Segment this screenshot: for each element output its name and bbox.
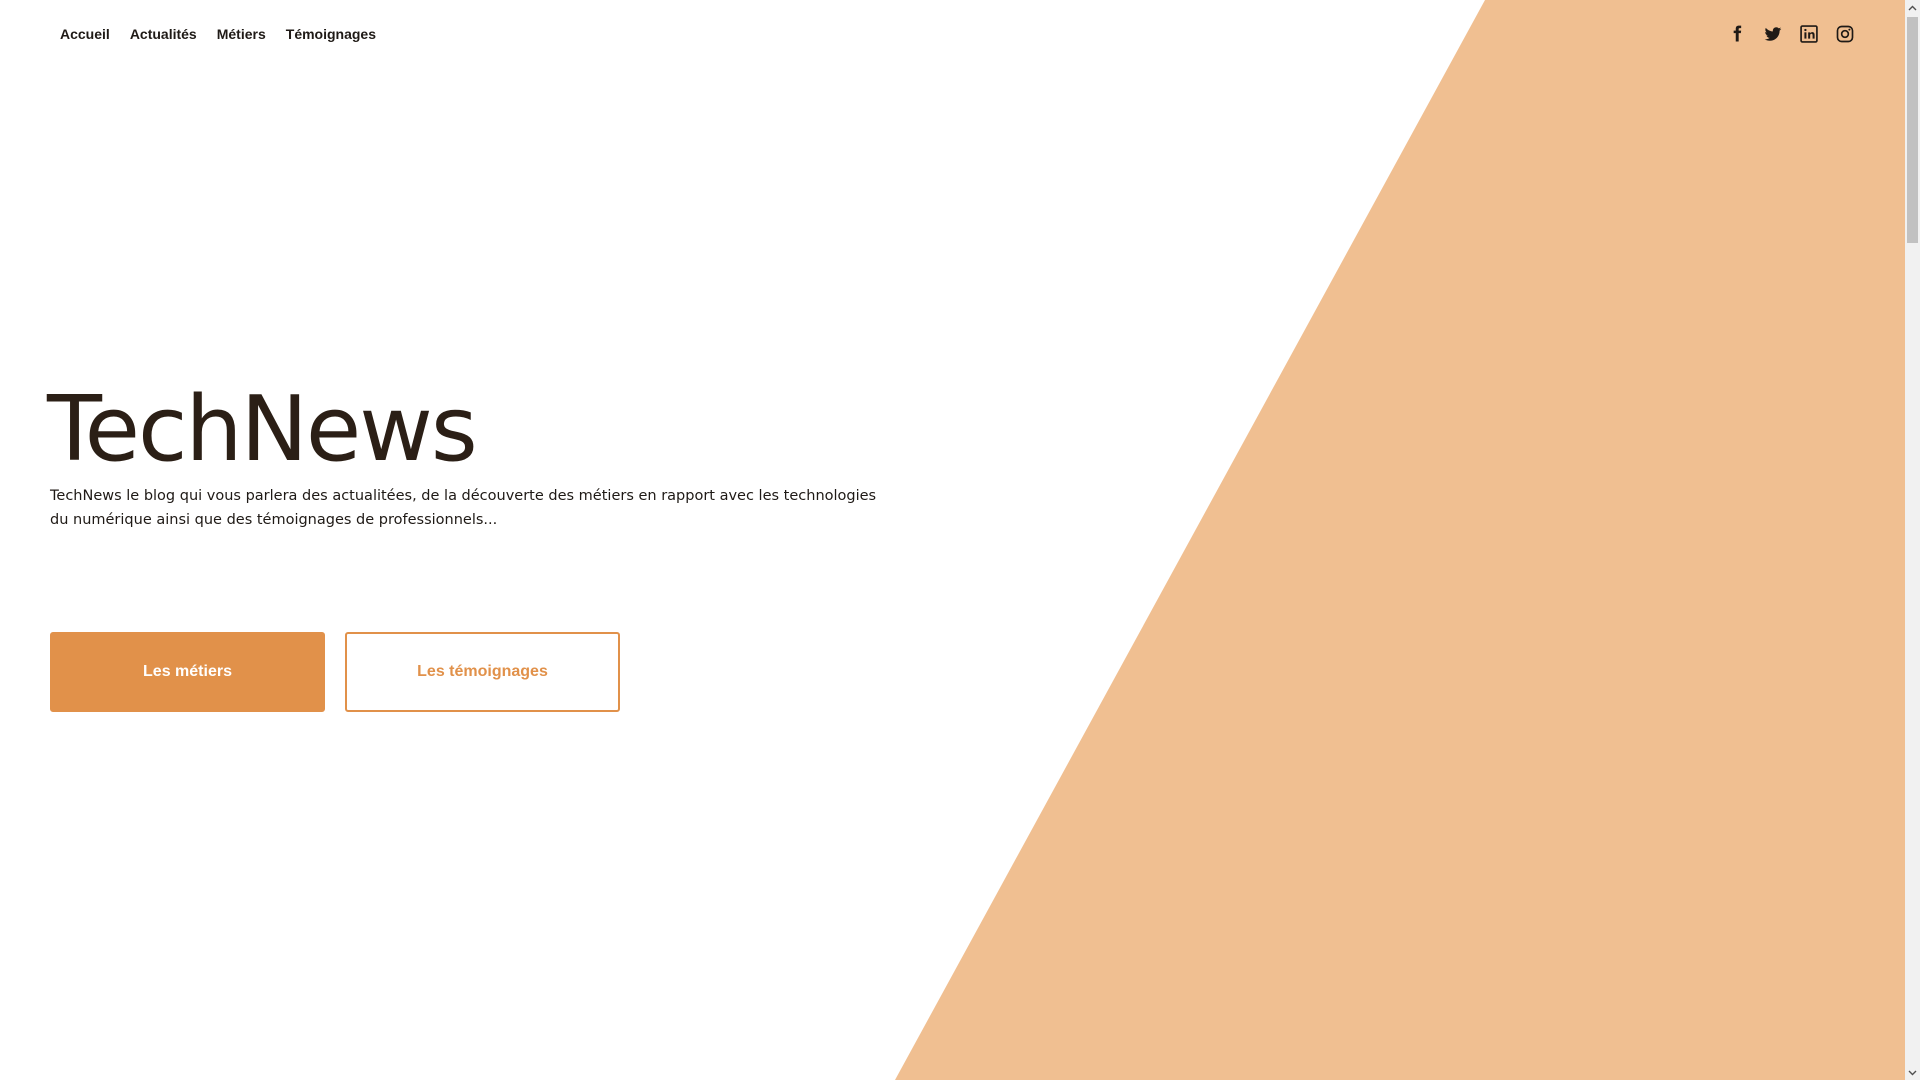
scrollbar-thumb[interactable] [1907, 17, 1918, 243]
hero-description: TechNews le blog qui vous parlera des ac… [50, 488, 877, 528]
nav-item-accueil[interactable]: Accueil [60, 26, 110, 42]
chevron-up-icon[interactable] [1905, 0, 1920, 15]
social-links [1727, 24, 1855, 44]
page: Accueil Actualités Métiers Témoignages T… [0, 0, 1905, 1080]
main-nav: Accueil Actualités Métiers Témoignages [60, 26, 376, 42]
nav-item-metiers[interactable]: Métiers [217, 26, 266, 42]
metiers-button[interactable]: Les métiers [50, 632, 325, 712]
twitter-icon[interactable] [1763, 24, 1783, 44]
hero-title: TechNews [47, 377, 478, 482]
chevron-down-icon[interactable] [1905, 1065, 1920, 1080]
instagram-icon[interactable] [1835, 24, 1855, 44]
temoignages-button[interactable]: Les témoignages [345, 632, 620, 712]
facebook-icon[interactable] [1727, 24, 1747, 44]
nav-item-actualites[interactable]: Actualités [130, 26, 197, 42]
linkedin-icon[interactable] [1799, 24, 1819, 44]
vertical-scrollbar[interactable] [1905, 0, 1920, 1080]
nav-item-temoignages[interactable]: Témoignages [286, 26, 376, 42]
hero-background-shape [895, 0, 1905, 1080]
